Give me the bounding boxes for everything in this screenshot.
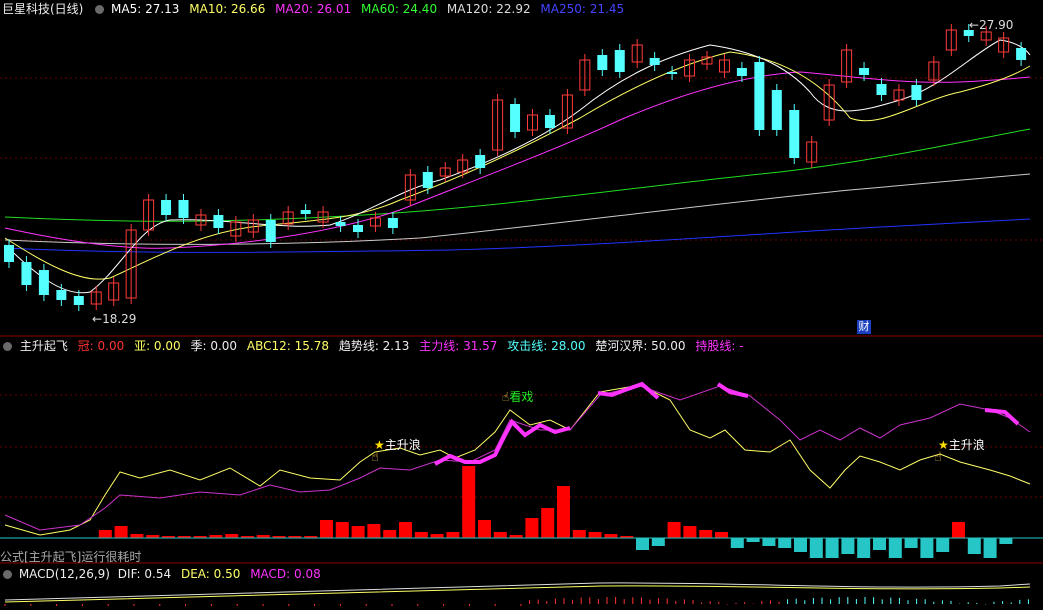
candle-body <box>754 62 765 130</box>
histogram-bar <box>841 538 855 554</box>
histogram-bar <box>936 538 950 552</box>
candle-body <box>667 72 678 74</box>
histogram-bar <box>794 538 807 552</box>
candle-body <box>859 68 870 75</box>
candle-body <box>544 115 555 128</box>
histogram-bar <box>557 486 570 538</box>
histogram-bar <box>983 538 997 558</box>
candle-body <box>649 58 660 65</box>
candle-body <box>73 296 84 305</box>
candle-body <box>265 220 276 242</box>
histogram-bar <box>999 538 1013 544</box>
histogram-bar <box>952 522 965 538</box>
candle-body <box>387 218 398 228</box>
candle-body <box>510 104 521 132</box>
histogram-bar <box>604 534 618 538</box>
candle-body <box>300 210 311 214</box>
low-price-label: ←18.29 <box>92 312 137 326</box>
candle-body <box>56 290 67 300</box>
histogram-bar <box>367 524 381 538</box>
histogram-bar <box>351 526 365 538</box>
histogram-bar <box>904 538 918 548</box>
hand-pointer-icon: ☝ <box>934 450 942 465</box>
signal-watch: ☝看戏 <box>502 390 534 404</box>
candle-body <box>771 90 782 130</box>
histogram-bar <box>651 538 665 546</box>
candle-body <box>335 222 346 226</box>
histogram-bar <box>414 532 428 538</box>
histogram-bar <box>588 532 602 538</box>
histogram-bar <box>399 522 412 538</box>
candle-body <box>38 270 49 295</box>
histogram-bar <box>715 532 728 538</box>
high-price-label: ←27.90 <box>969 18 1014 32</box>
histogram-bar <box>825 538 839 558</box>
candle-body <box>789 110 800 158</box>
histogram-bar <box>525 518 539 538</box>
histogram-bar <box>493 532 507 538</box>
histogram-bar <box>335 522 349 538</box>
histogram-bar <box>98 530 112 538</box>
histogram-bar <box>730 538 744 548</box>
candle-body <box>4 245 14 262</box>
histogram-bar <box>478 520 491 538</box>
ma120-line <box>4 173 1031 245</box>
ma10-line <box>4 51 1031 280</box>
ma60-line <box>4 128 1031 222</box>
histogram-bar <box>225 534 239 538</box>
indicator-histogram <box>0 466 1043 558</box>
candle-body <box>614 50 625 72</box>
candlestick-series <box>4 24 1027 311</box>
candle-body <box>475 155 486 168</box>
ma20-line <box>4 71 1031 249</box>
finance-icon[interactable]: 财 <box>857 320 871 334</box>
histogram-bar <box>130 534 144 538</box>
attack-line <box>4 384 1031 536</box>
histogram-bar <box>920 538 934 558</box>
formula-note: 公式[主升起飞]运行很耗时 <box>0 550 142 564</box>
histogram-bar <box>699 530 713 538</box>
candle-body <box>597 55 608 70</box>
histogram-bar <box>446 532 460 538</box>
candle-body <box>876 84 887 95</box>
histogram-bar <box>462 466 476 538</box>
histogram-bar <box>683 526 697 538</box>
histogram-bar <box>320 520 333 538</box>
candle-body <box>21 262 32 285</box>
histogram-bar <box>636 538 649 550</box>
candle-body <box>1016 48 1027 60</box>
candle-body <box>178 200 189 218</box>
hand-pointer-icon: ☝ <box>371 450 379 465</box>
histogram-bar <box>430 534 444 538</box>
main-force-line <box>4 385 1031 531</box>
signal-main-rise-1: ★主升浪 <box>374 438 421 452</box>
candle-body <box>213 215 224 228</box>
histogram-bar <box>746 538 760 542</box>
indicator-grid <box>0 394 1043 498</box>
candle-body <box>736 68 747 76</box>
histogram-bar <box>857 538 871 558</box>
main-grid <box>0 77 1043 241</box>
histogram-bar <box>114 526 128 538</box>
histogram-bar <box>873 538 886 550</box>
candle-body <box>353 225 363 232</box>
histogram-bar <box>778 538 792 548</box>
histogram-bar <box>809 538 823 558</box>
signal-main-rise-2: ★主升浪 <box>938 438 985 452</box>
candle-body <box>422 172 433 188</box>
chart-canvas <box>0 24 1043 606</box>
histogram-bar <box>967 538 981 554</box>
histogram-bar <box>762 538 776 546</box>
histogram-bar <box>572 530 586 538</box>
dea-line <box>4 585 1031 603</box>
candle-body <box>161 200 172 215</box>
candle-body <box>911 85 922 100</box>
histogram-bar <box>667 522 681 538</box>
histogram-bar <box>383 530 397 538</box>
histogram-bar <box>888 538 902 558</box>
histogram-bar <box>541 508 555 538</box>
